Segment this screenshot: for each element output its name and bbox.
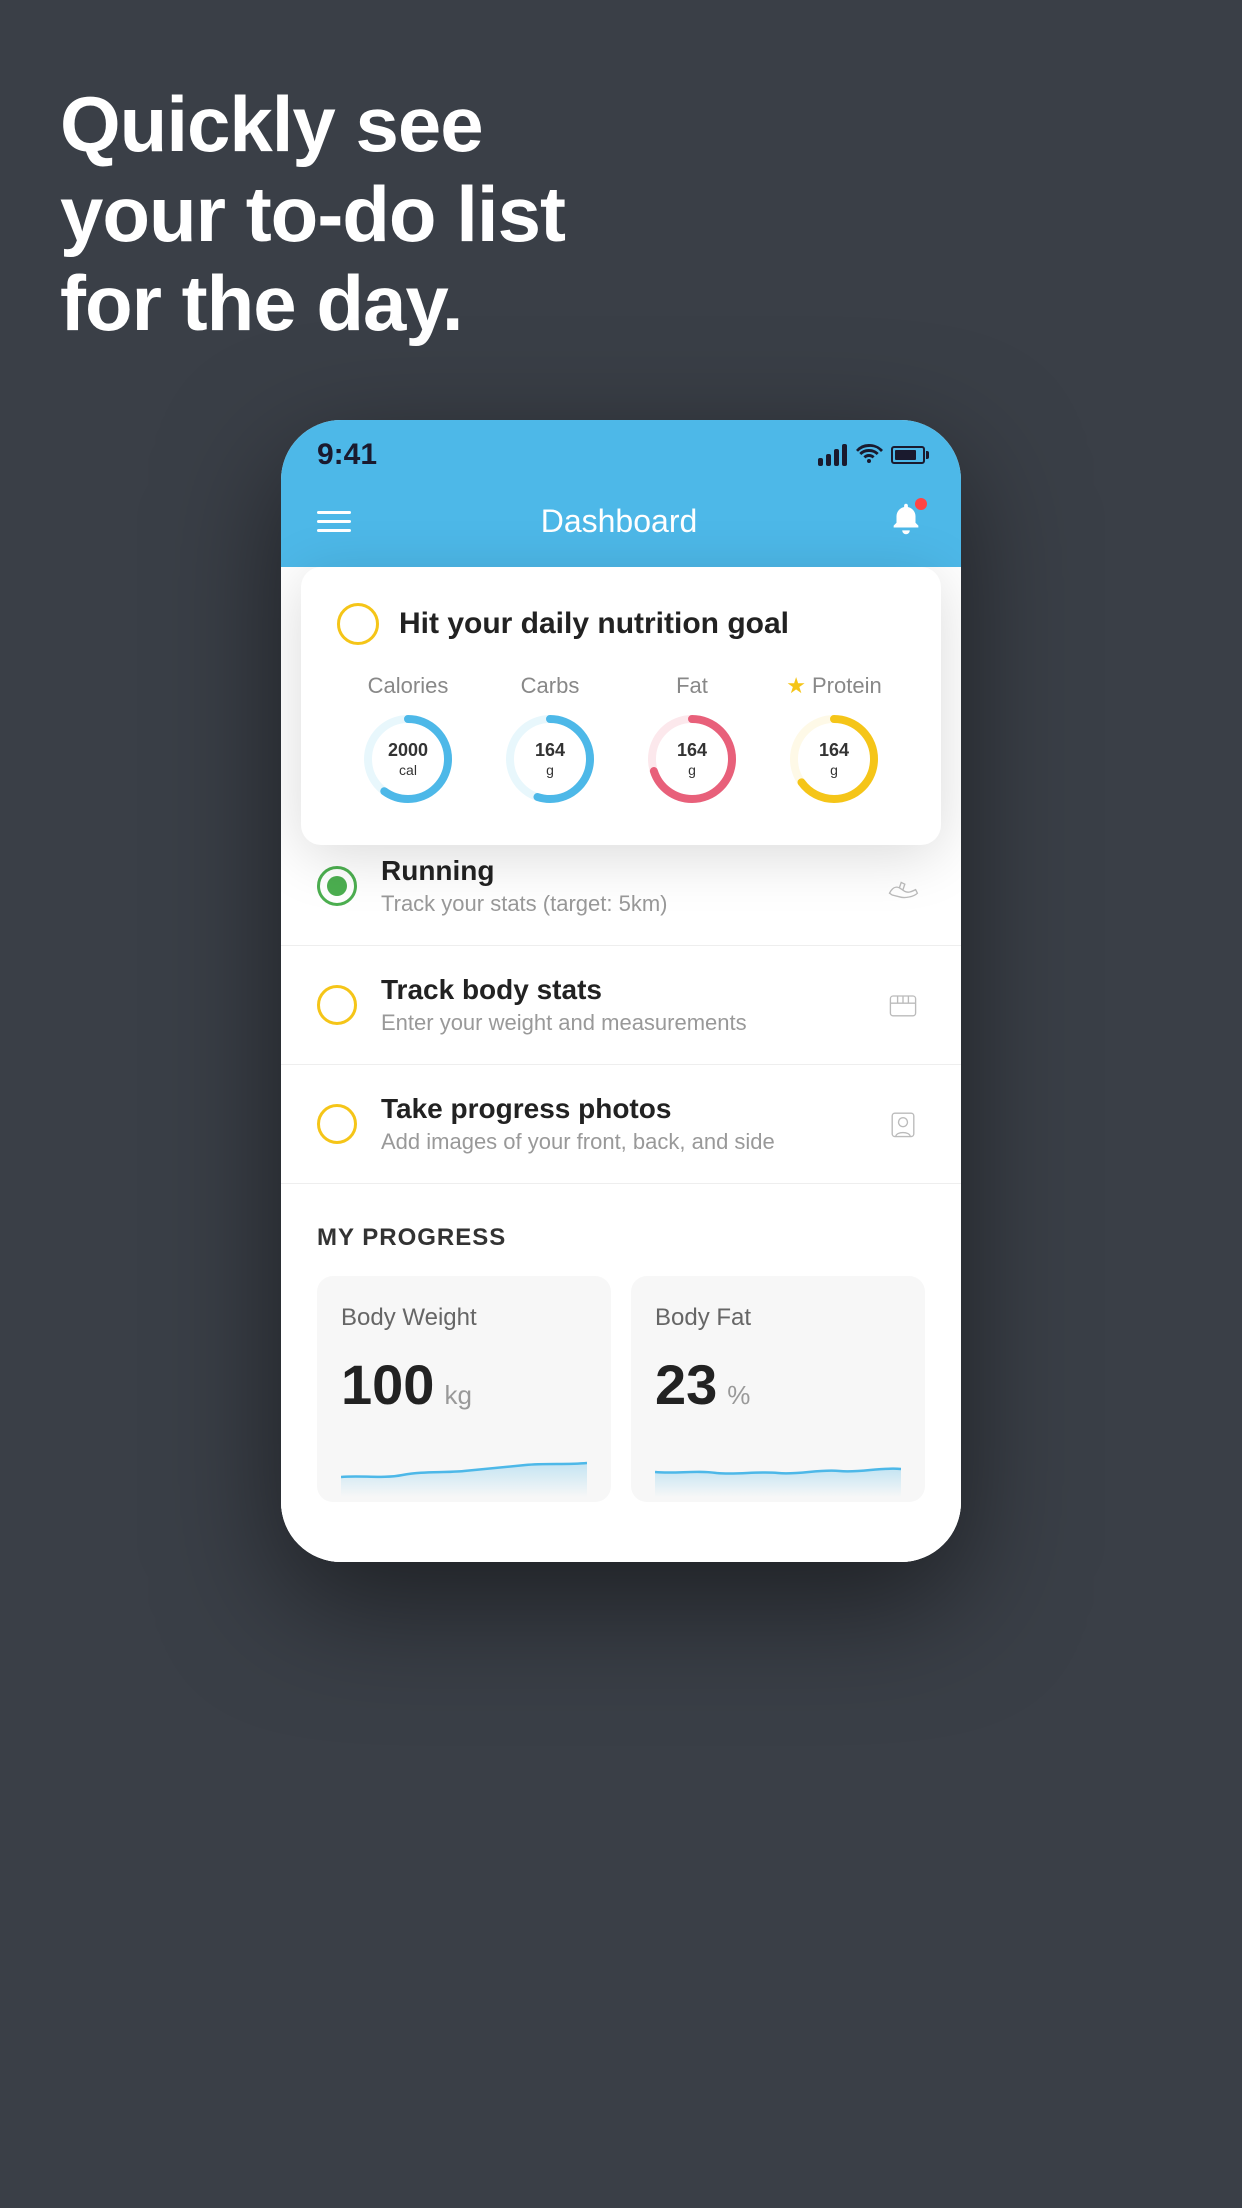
body-weight-value: 100 xyxy=(341,1352,434,1417)
battery-icon xyxy=(891,446,925,464)
nutrition-checkbox[interactable] xyxy=(337,603,379,645)
protein-label: Protein xyxy=(812,673,882,699)
phone-mockup: 9:41 xyxy=(281,420,961,1562)
body-fat-chart xyxy=(655,1437,901,1497)
todo-item-photos[interactable]: Take progress photos Add images of your … xyxy=(281,1065,961,1184)
body-weight-unit: kg xyxy=(444,1380,471,1411)
body-fat-value: 23 xyxy=(655,1352,717,1417)
body-weight-card[interactable]: Body Weight 100 kg xyxy=(317,1276,611,1502)
fat-item: Fat 164g xyxy=(642,673,742,809)
fat-ring: 164g xyxy=(642,709,742,809)
todo-item-body-stats[interactable]: Track body stats Enter your weight and m… xyxy=(281,946,961,1065)
progress-title: MY PROGRESS xyxy=(317,1224,925,1252)
hamburger-button[interactable] xyxy=(317,511,351,532)
carbs-label: Carbs xyxy=(521,673,580,699)
person-icon-svg xyxy=(885,1106,921,1142)
calories-label: Calories xyxy=(368,673,449,699)
progress-cards: Body Weight 100 kg xyxy=(317,1276,925,1502)
running-checkbox[interactable] xyxy=(317,866,357,906)
nutrition-grid: Calories 2000cal Carbs xyxy=(337,673,905,809)
shoe-icon xyxy=(881,864,925,908)
running-subtitle: Track your stats (target: 5km) xyxy=(381,891,857,917)
photos-title: Take progress photos xyxy=(381,1093,857,1125)
fat-label: Fat xyxy=(676,673,708,699)
carbs-ring: 164g xyxy=(500,709,600,809)
body-stats-subtitle: Enter your weight and measurements xyxy=(381,1010,857,1036)
body-weight-chart xyxy=(341,1437,587,1497)
scale-icon-svg xyxy=(885,987,921,1023)
notification-button[interactable] xyxy=(887,500,925,543)
photos-subtitle: Add images of your front, back, and side xyxy=(381,1129,857,1155)
signal-icon xyxy=(818,444,847,466)
nutrition-card-title: Hit your daily nutrition goal xyxy=(399,607,789,641)
scale-icon xyxy=(881,983,925,1027)
body-weight-card-title: Body Weight xyxy=(341,1304,587,1332)
content-area: THINGS TO DO TODAY Hit your daily nutrit… xyxy=(281,567,961,1562)
wifi-icon xyxy=(855,441,883,469)
headline: Quickly see your to-do list for the day. xyxy=(60,80,565,349)
body-stats-title: Track body stats xyxy=(381,974,857,1006)
phone-screen: 9:41 xyxy=(281,420,961,1562)
progress-section: MY PROGRESS Body Weight 100 kg xyxy=(281,1184,961,1502)
nutrition-card: Hit your daily nutrition goal Calories 2… xyxy=(301,567,941,845)
body-fat-card-title: Body Fat xyxy=(655,1304,901,1332)
star-icon: ★ xyxy=(786,673,806,699)
carbs-item: Carbs 164g xyxy=(500,673,600,809)
nav-title: Dashboard xyxy=(541,503,698,540)
running-icon-svg xyxy=(885,868,921,904)
body-fat-unit: % xyxy=(727,1380,750,1411)
body-stats-checkbox[interactable] xyxy=(317,985,357,1025)
photos-checkbox[interactable] xyxy=(317,1104,357,1144)
notification-badge xyxy=(915,498,927,510)
nav-bar: Dashboard xyxy=(281,482,961,567)
person-icon xyxy=(881,1102,925,1146)
running-title: Running xyxy=(381,855,857,887)
body-fat-card[interactable]: Body Fat 23 % xyxy=(631,1276,925,1502)
protein-item: ★ Protein 164g xyxy=(784,673,884,809)
calories-ring: 2000cal xyxy=(358,709,458,809)
protein-ring: 164g xyxy=(784,709,884,809)
card-title-row: Hit your daily nutrition goal xyxy=(337,603,905,645)
protein-label-row: ★ Protein xyxy=(786,673,881,699)
status-time: 9:41 xyxy=(317,438,377,472)
status-icons xyxy=(818,441,925,469)
status-bar: 9:41 xyxy=(281,420,961,482)
calories-item: Calories 2000cal xyxy=(358,673,458,809)
